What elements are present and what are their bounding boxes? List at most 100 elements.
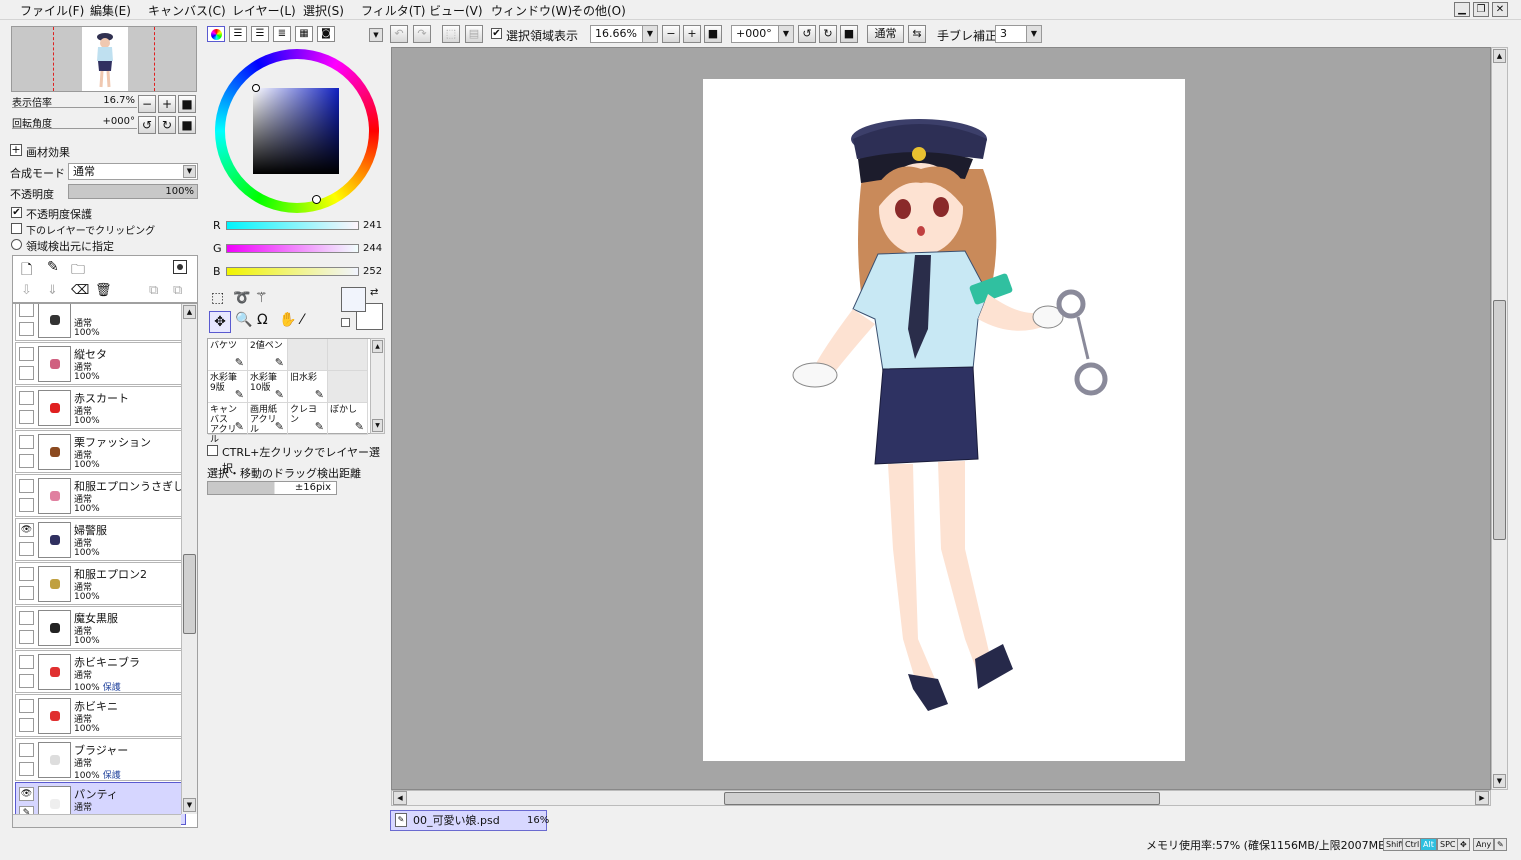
eyedropper-icon[interactable]: ⁄ bbox=[301, 312, 303, 328]
hue-cursor[interactable] bbox=[312, 195, 321, 204]
layer-select-toggle[interactable] bbox=[19, 410, 34, 424]
rotate-right-button[interactable]: ↻ bbox=[158, 116, 176, 134]
rotate-tool-icon[interactable]: Ω bbox=[257, 312, 268, 328]
saturation-value-square[interactable] bbox=[253, 88, 339, 174]
expand-effects-button[interactable]: + bbox=[10, 144, 22, 156]
paste-layer-icon[interactable]: ⧉ bbox=[173, 283, 182, 298]
document-tab[interactable]: ✎ 00_可愛い娘.psd 16% bbox=[390, 810, 549, 831]
menu-edit[interactable]: 編集(E) bbox=[90, 2, 131, 19]
menu-window[interactable]: ウィンドウ(W) bbox=[491, 2, 572, 19]
copy-layer-icon[interactable]: ⧉ bbox=[149, 283, 158, 298]
layer-select-toggle[interactable] bbox=[19, 630, 34, 644]
menu-other[interactable]: その他(O) bbox=[571, 2, 626, 19]
transfer-down-icon[interactable]: ⇩ bbox=[21, 283, 32, 298]
brush-slot[interactable]: 画用紙 アクリル ✎ bbox=[248, 403, 288, 435]
layer-row[interactable]: 赤ビキニブラ 通常 100% 保護 bbox=[15, 650, 186, 693]
layer-list-scrollbar[interactable]: ▲ ▼ bbox=[181, 304, 197, 814]
opacity-slider[interactable]: 100% bbox=[68, 184, 198, 199]
scroll-down-icon[interactable]: ▼ bbox=[183, 798, 196, 812]
move-tool-icon[interactable]: ✥ bbox=[209, 311, 231, 333]
eye-icon[interactable]: 👁 bbox=[19, 523, 34, 537]
canvas-paper[interactable] bbox=[703, 79, 1185, 761]
ctrl-click-checkbox[interactable] bbox=[207, 445, 218, 456]
scroll-left-icon[interactable]: ◀ bbox=[393, 791, 407, 805]
toolbar-zoom-reset[interactable]: ■ bbox=[704, 25, 722, 43]
rgb-slider-mode-button[interactable]: ☰ bbox=[229, 26, 247, 42]
scroll-down-icon[interactable]: ▼ bbox=[1493, 774, 1506, 788]
layer-scroll-thumb[interactable] bbox=[183, 554, 196, 634]
canvas-vscrollbar[interactable]: ▲ ▼ bbox=[1491, 47, 1508, 790]
show-selection-checkbox[interactable]: ✔ bbox=[491, 28, 502, 39]
layer-select-toggle[interactable] bbox=[19, 322, 34, 336]
brush-slot[interactable] bbox=[288, 339, 328, 371]
layer-row[interactable]: 赤ビキニ 通常 100% bbox=[15, 694, 186, 737]
brush-slot[interactable]: クレヨン ✎ bbox=[288, 403, 328, 435]
invert-selection-button[interactable]: ▤ bbox=[465, 25, 483, 43]
zoom-combo[interactable]: 16.66% ▼ bbox=[590, 25, 658, 43]
canvas-vscroll-thumb[interactable] bbox=[1493, 300, 1506, 540]
swatch-mode-button[interactable]: ▦ bbox=[295, 26, 313, 42]
visibility-toggle[interactable] bbox=[19, 304, 34, 317]
swap-colors-icon[interactable]: ⇄ bbox=[370, 287, 378, 298]
r-slider[interactable] bbox=[226, 221, 359, 230]
selection-source-radio[interactable] bbox=[11, 239, 22, 250]
zoom-reset-button[interactable]: ■ bbox=[178, 95, 196, 113]
visibility-toggle[interactable] bbox=[19, 435, 34, 449]
navigator-preview[interactable] bbox=[11, 26, 197, 92]
layer-select-toggle[interactable] bbox=[19, 762, 34, 776]
layer-mask-icon[interactable] bbox=[173, 260, 187, 274]
restore-button[interactable]: ❐ bbox=[1473, 2, 1489, 17]
new-folder-icon[interactable]: 🗀 bbox=[71, 259, 85, 283]
angle-combo[interactable]: +000° ▼ bbox=[731, 25, 794, 43]
toolbar-zoom-in[interactable]: + bbox=[683, 25, 701, 43]
rotate-slider[interactable]: 回転角度 +000° bbox=[12, 115, 137, 133]
rotate-left-button[interactable]: ↺ bbox=[138, 116, 156, 134]
brush-slot[interactable] bbox=[328, 371, 368, 403]
view-mode-button[interactable]: 通常 bbox=[867, 25, 904, 43]
layer-row[interactable]: ブラジャー 通常 100% 保護 bbox=[15, 738, 186, 781]
visibility-toggle[interactable] bbox=[19, 743, 34, 757]
clear-layer-icon[interactable]: ⌫ bbox=[71, 283, 89, 298]
visibility-toggle[interactable] bbox=[19, 391, 34, 405]
close-button[interactable]: ✕ bbox=[1492, 2, 1508, 17]
visibility-toggle[interactable] bbox=[19, 611, 34, 625]
redo-button[interactable]: ↷ bbox=[413, 25, 431, 43]
toolbar-rotate-reset[interactable]: ■ bbox=[840, 25, 858, 43]
brush-slot[interactable]: 2値ペン ✎ bbox=[248, 339, 288, 371]
stabilizer-combo[interactable]: 3 ▼ bbox=[995, 25, 1042, 43]
layer-select-toggle[interactable] bbox=[19, 586, 34, 600]
menu-layer[interactable]: レイヤー(L) bbox=[232, 2, 296, 19]
layer-row[interactable]: 和服エプロンうさぎし… 通常 100% bbox=[15, 474, 186, 517]
trash-icon[interactable]: 🗑 bbox=[95, 283, 112, 298]
layer-select-toggle[interactable] bbox=[19, 366, 34, 380]
canvas-hscroll-thumb[interactable] bbox=[724, 792, 1160, 805]
visibility-toggle[interactable] bbox=[19, 479, 34, 493]
toolbar-zoom-out[interactable]: − bbox=[662, 25, 680, 43]
drag-distance-slider[interactable]: ±16pix bbox=[207, 481, 337, 495]
new-layer-icon[interactable]: 🗋 bbox=[21, 259, 32, 283]
gradation-mode-button[interactable]: ≣ bbox=[273, 26, 291, 42]
layer-select-toggle[interactable] bbox=[19, 542, 34, 556]
visibility-toggle[interactable] bbox=[19, 699, 34, 713]
brush-slot[interactable]: ぼかし ✎ bbox=[328, 403, 368, 435]
brush-slot[interactable]: 旧水彩 ✎ bbox=[288, 371, 328, 403]
menu-file[interactable]: ファイル(F) bbox=[20, 2, 84, 19]
scroll-up-icon[interactable]: ▲ bbox=[183, 305, 196, 319]
layer-row[interactable]: 通常 100% bbox=[15, 304, 186, 341]
clip-below-checkbox[interactable] bbox=[11, 223, 22, 234]
sv-cursor[interactable] bbox=[252, 84, 260, 92]
eye-icon[interactable]: 👁 bbox=[19, 787, 34, 801]
layer-hscrollbar[interactable] bbox=[13, 814, 181, 827]
menu-view[interactable]: ビュー(V) bbox=[429, 2, 483, 19]
visibility-toggle[interactable] bbox=[19, 347, 34, 361]
zoom-tool-icon[interactable]: 🔍 bbox=[235, 312, 252, 328]
scroll-right-icon[interactable]: ▶ bbox=[1475, 791, 1489, 805]
hsv-slider-mode-button[interactable]: ☰ bbox=[251, 26, 269, 42]
brush-scrollbar[interactable]: ▲ ▼ bbox=[370, 338, 385, 434]
layer-select-toggle[interactable] bbox=[19, 674, 34, 688]
scroll-up-icon[interactable]: ▲ bbox=[1493, 49, 1506, 63]
layer-row[interactable]: 栗ファッション 通常 100% bbox=[15, 430, 186, 473]
brush-slot[interactable]: 水彩筆 9版 ✎ bbox=[208, 371, 248, 403]
layer-row[interactable]: 縦セタ 通常 100% bbox=[15, 342, 186, 385]
layer-row[interactable]: 👁 婦警服 通常 100% bbox=[15, 518, 186, 561]
